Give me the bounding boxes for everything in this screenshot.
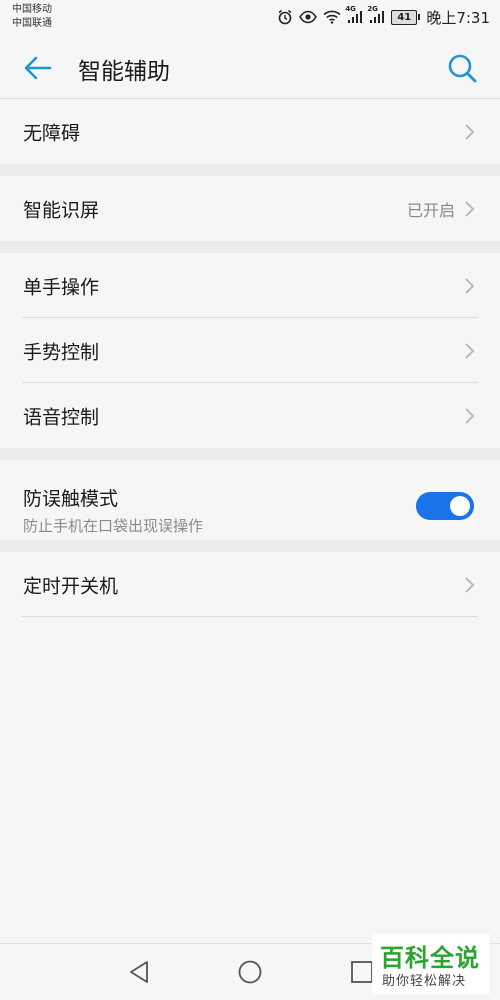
settings-group-4: 防误触模式 防止手机在口袋出现误操作 <box>0 460 500 552</box>
chevron-right-icon <box>465 123 475 140</box>
battery-icon: 41 <box>391 9 421 25</box>
list-item-label: 智能识屏 <box>23 199 100 221</box>
signal-icon-2: 2G <box>367 5 385 24</box>
alarm-icon <box>277 9 293 25</box>
group-separator <box>0 241 500 253</box>
toggle-knob <box>450 496 470 516</box>
settings-group-1: 无障碍 <box>0 99 500 164</box>
search-icon <box>448 54 477 83</box>
watermark-subtitle: 助你轻松解决 <box>382 974 467 989</box>
chevron-right-icon <box>465 407 475 424</box>
nav-back-icon <box>130 961 148 983</box>
signal-icon-1: 4G <box>345 5 363 24</box>
list-item-one-hand-mode[interactable]: 单手操作 <box>0 253 500 318</box>
list-item-smart-screen-recognition[interactable]: 智能识屏 已开启 <box>0 176 500 241</box>
watermark-logo: 百科全说 助你轻松解决 <box>372 934 490 994</box>
list-item-label: 定时开关机 <box>23 575 119 597</box>
list-item-voice-control[interactable]: 语音控制 <box>0 383 500 448</box>
list-item-label: 语音控制 <box>23 406 100 428</box>
battery-level: 41 <box>391 9 418 25</box>
chevron-right-icon <box>465 342 475 359</box>
list-item-accessibility[interactable]: 无障碍 <box>0 99 500 164</box>
settings-group-2: 智能识屏 已开启 <box>0 176 500 241</box>
back-button[interactable] <box>20 50 56 86</box>
group-separator <box>0 448 500 460</box>
chevron-right-icon <box>465 277 475 294</box>
arrow-left-icon <box>24 56 52 80</box>
group-separator <box>0 164 500 176</box>
list-item-gesture-control[interactable]: 手势控制 <box>0 318 500 383</box>
list-item-scheduled-power[interactable]: 定时开关机 <box>0 552 500 617</box>
anti-mistouch-toggle[interactable] <box>416 492 474 520</box>
watermark-title: 百科全说 <box>380 944 480 972</box>
nav-home-icon <box>238 960 262 984</box>
clock: 晚上7:31 <box>426 8 490 27</box>
settings-group-3: 单手操作 手势控制 语音控制 <box>0 253 500 448</box>
group-separator <box>0 540 500 552</box>
chevron-right-icon <box>465 576 475 593</box>
divider <box>22 616 478 617</box>
list-item-label: 手势控制 <box>23 341 100 363</box>
list-item-anti-mistouch-mode[interactable]: 防误触模式 防止手机在口袋出现误操作 <box>0 460 500 552</box>
carrier-2: 中国联通 <box>12 18 52 29</box>
nav-back-button[interactable] <box>126 958 154 986</box>
list-item-description: 防止手机在口袋出现误操作 <box>23 517 204 535</box>
list-item-label: 单手操作 <box>23 276 100 298</box>
status-value: 已开启 <box>406 200 455 220</box>
page-title: 智能辅助 <box>78 59 170 85</box>
chevron-right-icon <box>465 200 475 217</box>
eye-icon <box>299 10 318 24</box>
wifi-icon <box>323 10 341 24</box>
search-button[interactable] <box>444 50 480 86</box>
settings-group-5: 定时开关机 <box>0 552 500 617</box>
nav-home-button[interactable] <box>236 958 264 986</box>
carrier-1: 中国移动 <box>12 4 52 15</box>
list-item-label: 无障碍 <box>23 122 81 144</box>
list-item-label: 防误触模式 <box>23 488 119 510</box>
status-bar: 中国移动 中国联通 4G 2G 41 晚上7:31 <box>0 0 500 34</box>
app-bar: 智能辅助 <box>0 34 500 99</box>
status-icons: 4G 2G 41 晚上7:31 <box>277 5 490 27</box>
